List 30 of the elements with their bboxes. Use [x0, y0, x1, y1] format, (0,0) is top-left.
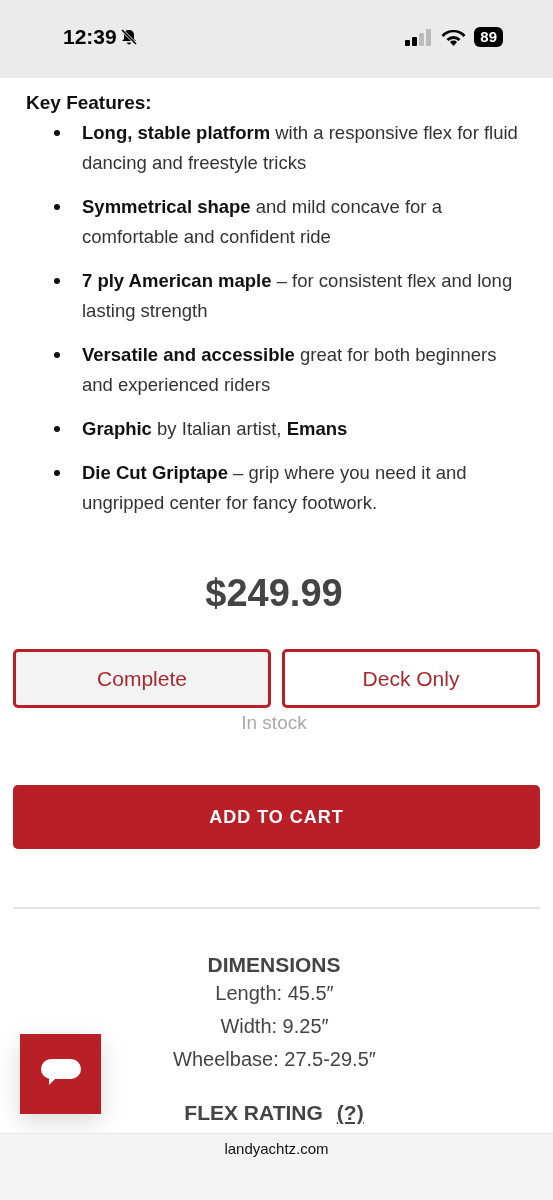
feature-text: 7 ply American maple – for consistent flex and long lasting strength — [82, 269, 514, 323]
price: $249.99 — [204, 572, 344, 615]
bullet-icon — [54, 470, 60, 476]
flex-rating-heading: FLEX RATING — [184, 1102, 323, 1124]
bullet-icon — [54, 204, 60, 210]
feature-text: Graphic by Italian artist, Emans — [82, 417, 348, 441]
feature-text: Long, stable platform with a responsive flex for fluid dancing and freestyle tricks — [82, 121, 519, 175]
dimensions-heading: DIMENSIONS — [206, 953, 342, 977]
feature-text: Versatile and accessible great for both beginners and experienced riders — [82, 343, 498, 397]
bullet-icon — [54, 130, 60, 136]
dimension-text: Width: 9.25″ — [220, 1014, 329, 1039]
bullet-icon — [54, 278, 60, 284]
stock-status: In stock — [240, 712, 308, 734]
dimension-text: Length: 45.5″ — [215, 981, 334, 1006]
dimension-text: Wheelbase: 27.5-29.5″ — [173, 1047, 376, 1072]
feature-text: Die Cut Griptape – grip where you need it and ungripped center for fancy footwork. — [82, 461, 468, 515]
wifi-icon — [441, 28, 467, 46]
chat-button[interactable] — [20, 1034, 101, 1114]
bullet-icon — [54, 426, 60, 432]
variant-option[interactable]: Complete — [13, 649, 271, 708]
battery-indicator: 89 — [474, 27, 503, 47]
clock-time: 12:39 — [63, 25, 117, 49]
signal-icon — [405, 28, 434, 46]
bullet-icon — [54, 352, 60, 358]
add-to-cart-button[interactable]: ADD TO CART — [13, 785, 540, 849]
feature-text: Symmetrical shape and mild concave for a comfortable and confident ride — [82, 195, 443, 249]
url-text: landyachtz.com — [224, 1140, 329, 1157]
features-heading: Key Features: — [26, 91, 153, 115]
variant-option[interactable]: Deck Only — [282, 649, 540, 708]
help-link[interactable]: (?) — [336, 1102, 364, 1124]
